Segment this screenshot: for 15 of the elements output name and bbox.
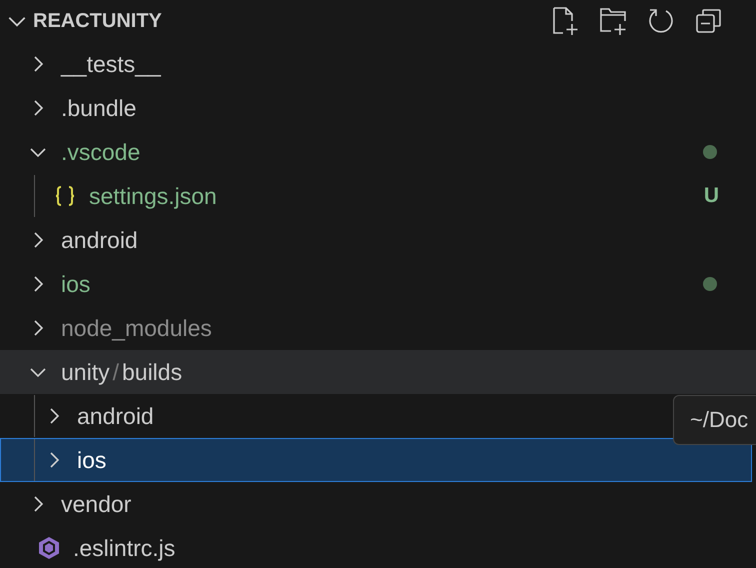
item-name: .eslintrc.js (73, 534, 176, 562)
item-name: .bundle (61, 94, 136, 122)
item-name: ios (77, 446, 106, 474)
item-name: settings.json (89, 182, 217, 210)
folder-name: unity/builds (61, 358, 182, 386)
item-name: android (61, 226, 138, 254)
item-name: android (77, 402, 154, 430)
git-status-label: U (704, 184, 719, 208)
item-name: node_modules (61, 314, 212, 342)
item-name: __tests__ (61, 50, 161, 78)
path-tooltip: ~/Doc (673, 395, 756, 445)
explorer-title: REACTUNITY (33, 10, 162, 32)
item-name: ios (61, 270, 90, 298)
item-name: vendor (61, 490, 132, 518)
item-name: .vscode (61, 138, 140, 166)
